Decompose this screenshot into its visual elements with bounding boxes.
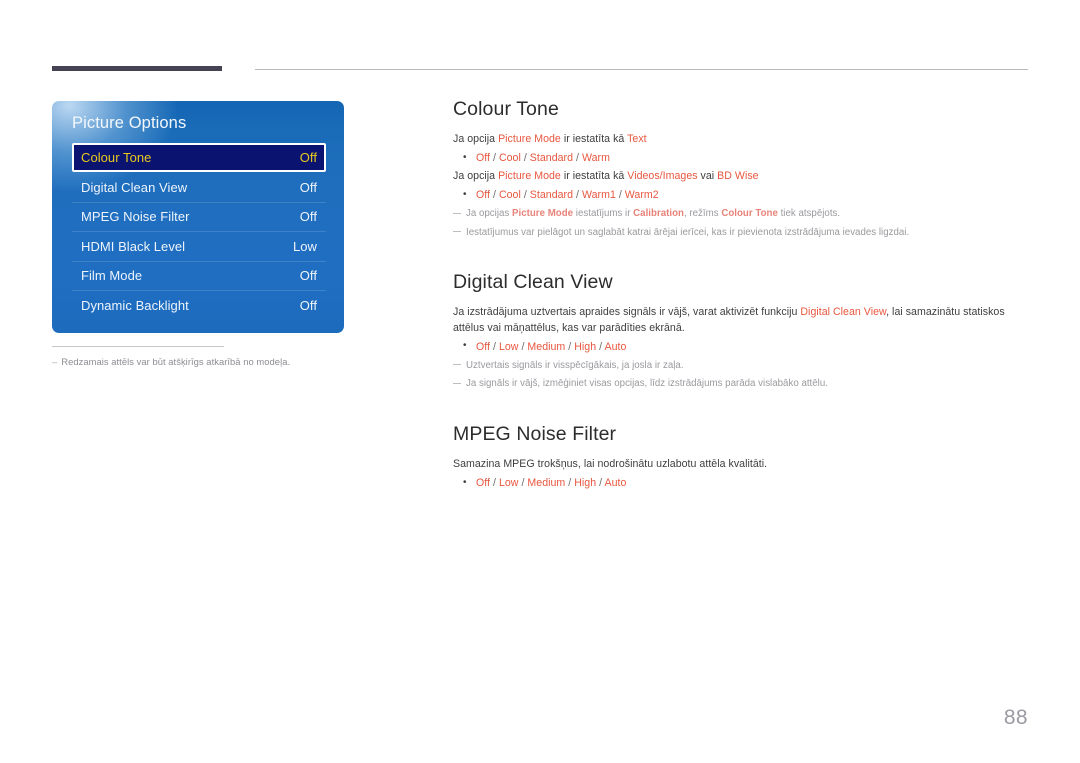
osd-footnote: – Redzamais attēls var būt atšķirīgs atka…: [52, 356, 344, 367]
option-value: Cool: [495, 152, 524, 165]
option-value: Off: [476, 152, 493, 165]
text-run: , režīms: [683, 208, 722, 220]
highlight-colour-tone: Colour Tone: [721, 208, 778, 220]
osd-item-digital-clean-view[interactable]: Digital Clean View Off: [72, 172, 326, 201]
osd-item-colour-tone[interactable]: Colour Tone Off: [72, 143, 326, 173]
text-run: Ja izstrādājuma uztvertais apraides sign…: [453, 306, 801, 319]
highlight-text: Text: [627, 133, 647, 145]
section-heading: Colour Tone: [453, 98, 559, 120]
osd-menu-list: Colour Tone Off Digital Clean View Off M…: [72, 143, 326, 319]
osd-item-mpeg-noise-filter[interactable]: MPEG Noise Filter Off: [72, 201, 326, 231]
text-run: ir iestatīta kā: [560, 133, 628, 145]
option-value: Off: [476, 189, 493, 202]
osd-item-label: HDMI Black Level: [81, 238, 186, 254]
option-value: Standard: [526, 189, 577, 202]
highlight-bd-wise: BD Wise: [717, 170, 759, 183]
option-value: High: [571, 340, 600, 353]
osd-item-film-mode[interactable]: Film Mode Off: [72, 260, 326, 290]
osd-item-value: Off: [299, 268, 317, 284]
content-column: Colour Tone Ja opcija Picture Mode ir ie…: [453, 98, 1033, 494]
colour-tone-paragraph-2: Ja opcija Picture Mode ir iestatīta kā V…: [453, 169, 1033, 184]
osd-item-dynamic-backlight[interactable]: Dynamic Backlight Off: [72, 289, 326, 319]
highlight-calibration: Calibration: [633, 208, 684, 220]
osd-item-value: Off: [299, 209, 317, 225]
osd-item-hdmi-black-level[interactable]: HDMI Black Level Low: [72, 231, 326, 260]
footnote-dash: –: [52, 356, 58, 367]
highlight-picture-mode: Picture Mode: [498, 170, 561, 183]
digital-clean-view-options-list: Off / Low / Medium / High / Auto: [453, 338, 1033, 355]
option-values: Off / Cool / Standard / Warm: [453, 150, 1033, 166]
highlight-picture-mode: Picture Mode: [512, 208, 574, 220]
osd-item-label: Digital Clean View: [81, 179, 188, 195]
digital-clean-view-note-2: Ja signāls ir vājš, izmēģiniet visas opc…: [453, 376, 1033, 392]
section-heading: MPEG Noise Filter: [453, 422, 617, 445]
highlight-videos-images: Videos/Images: [627, 170, 698, 183]
header-accent-bar: [52, 66, 222, 71]
text-run: Ja opcijas: [466, 208, 512, 220]
section-heading: Digital Clean View: [453, 271, 613, 294]
osd-item-label: MPEG Noise Filter: [81, 209, 190, 225]
option-value: Medium: [524, 477, 569, 490]
digital-clean-view-note-1: Uztvertais signāls ir visspēcīgākais, ja…: [453, 358, 1033, 374]
option-values: Off / Low / Medium / High / Auto: [453, 475, 1033, 491]
manual-page: Picture Options Colour Tone Off Digital …: [0, 0, 1080, 763]
text-run: Ja opcija: [453, 133, 499, 145]
highlight-digital-clean-view: Digital Clean View: [800, 306, 887, 319]
colour-tone-options-list-1: Off / Cool / Standard / Warm: [453, 150, 1033, 166]
osd-item-value: Off: [299, 179, 317, 195]
page-number: 88: [1003, 706, 1028, 729]
section-colour-tone: Colour Tone Ja opcija Picture Mode ir ie…: [453, 98, 1033, 240]
osd-item-label: Dynamic Backlight: [81, 297, 189, 313]
text-run: iestatījums ir: [573, 208, 634, 220]
option-value: Off: [476, 340, 493, 353]
footnote-divider: [52, 346, 224, 347]
text-run: vai: [697, 170, 718, 183]
option-value: Low: [495, 340, 522, 353]
section-digital-clean-view: Digital Clean View Ja izstrādājuma uztve…: [453, 271, 1033, 391]
osd-item-value: Off: [299, 150, 317, 166]
option-value: Standard: [526, 152, 577, 165]
option-value: Warm2: [621, 189, 659, 202]
mpeg-noise-filter-options-list: Off / Low / Medium / High / Auto: [453, 475, 1033, 491]
option-value: Auto: [602, 340, 627, 353]
mpeg-noise-filter-paragraph: Samazina MPEG trokšņus, lai nodrošinātu …: [453, 457, 768, 470]
text-run: tiek atspējots.: [777, 208, 841, 220]
option-value: Off: [476, 477, 493, 490]
header-divider-line: [255, 69, 1028, 70]
osd-menu-title: Picture Options: [72, 114, 187, 132]
osd-item-label: Film Mode: [81, 268, 143, 284]
osd-item-label: Colour Tone: [81, 150, 152, 166]
osd-item-value: Off: [299, 297, 317, 313]
footnote-text: Redzamais attēls var būt atšķirīgs atkar…: [61, 356, 291, 367]
option-value: Warm1: [579, 189, 619, 202]
option-value: Auto: [602, 477, 627, 490]
colour-tone-options-list-2: Off / Cool / Standard / Warm1 / Warm2: [453, 187, 1033, 203]
option-value: Warm: [579, 152, 610, 165]
text-run: Ja opcija: [453, 170, 499, 183]
osd-item-value: Low: [293, 238, 317, 254]
colour-tone-paragraph-1: Ja opcija Picture Mode ir iestatīta kā T…: [453, 132, 1033, 147]
colour-tone-note-2: Iestatījumus var pielāgot un saglabāt ka…: [453, 225, 1033, 241]
option-values: Off / Cool / Standard / Warm1 / Warm2: [453, 187, 1033, 203]
highlight-picture-mode: Picture Mode: [498, 133, 561, 145]
left-column: Picture Options Colour Tone Off Digital …: [52, 101, 344, 367]
option-value: Low: [495, 477, 522, 490]
osd-menu-screenshot: Picture Options Colour Tone Off Digital …: [52, 101, 344, 333]
option-value: High: [571, 477, 600, 490]
colour-tone-note-1: Ja opcijas Picture Mode iestatījums ir C…: [453, 206, 1033, 222]
text-run: ir iestatīta kā: [560, 170, 628, 183]
option-value: Medium: [524, 340, 569, 353]
option-value: Cool: [495, 189, 524, 202]
digital-clean-view-paragraph: Ja izstrādājuma uztvertais apraides sign…: [453, 305, 1033, 335]
section-mpeg-noise-filter: MPEG Noise Filter Samazina MPEG trokšņus…: [453, 423, 1033, 491]
option-values: Off / Low / Medium / High / Auto: [453, 338, 1033, 355]
